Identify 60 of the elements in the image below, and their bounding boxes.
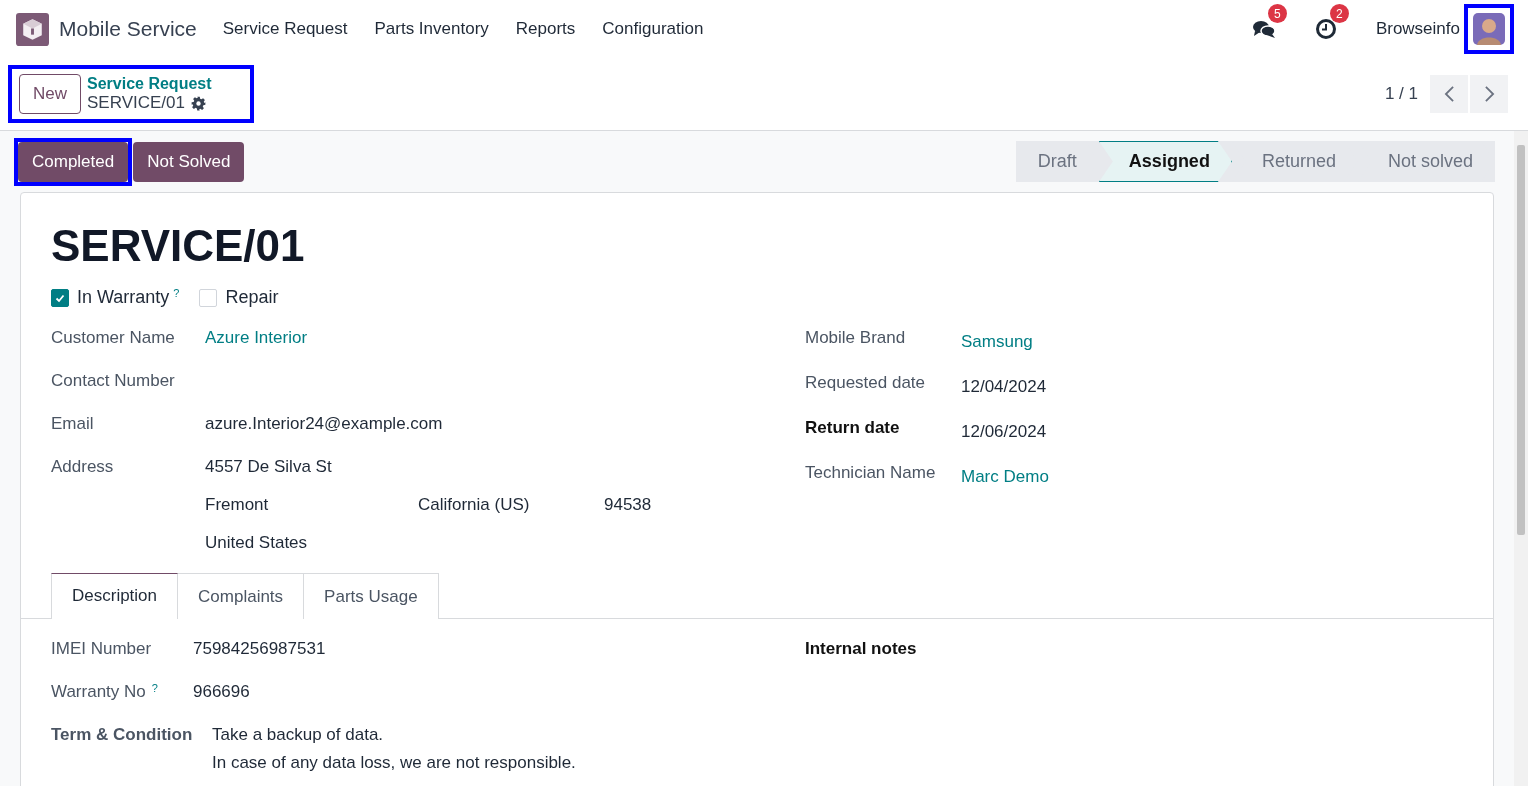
field-value: 12/06/2024 <box>961 422 1047 441</box>
record-name: SERVICE/01 <box>87 93 185 113</box>
scrollbar[interactable] <box>1514 131 1528 786</box>
clock-icon[interactable] <box>1313 18 1338 40</box>
previous-button[interactable] <box>1430 75 1468 113</box>
checkbox-label: Repair <box>225 287 279 308</box>
menu-item[interactable]: Parts Inventory <box>374 19 489 39</box>
action-button[interactable]: Completed <box>18 141 129 182</box>
help-mark[interactable]: ? <box>151 682 158 694</box>
field-label: Customer Name <box>51 328 176 349</box>
field-value: In case of any data loss, we are not responsible. <box>212 753 576 773</box>
field-label: Return date <box>805 418 901 439</box>
chat-icon[interactable] <box>1251 18 1276 40</box>
checkbox-label: In Warranty <box>77 287 170 308</box>
menu-item[interactable]: Configuration <box>602 19 704 39</box>
address-value: Fremont <box>205 495 270 515</box>
menu-item[interactable]: Service Request <box>222 19 348 39</box>
field-label: IMEI Number <box>51 639 152 660</box>
new-button[interactable]: New <box>19 74 81 114</box>
tab[interactable]: Description <box>51 573 179 619</box>
status-stage[interactable]: Assigned <box>1098 141 1232 182</box>
field-value: 966696 <box>193 682 250 701</box>
field-link[interactable]: Azure Interior <box>205 328 308 347</box>
field-label: Address <box>51 457 115 478</box>
field-label: Technician Name <box>805 463 937 484</box>
count-badge: 2 <box>1329 4 1349 23</box>
address-value: California (US) <box>418 495 531 515</box>
address-value: 4557 De Silva St <box>205 457 333 477</box>
field-label: Internal notes <box>805 639 918 660</box>
field-label: Warranty No <box>51 682 146 703</box>
field-value: 75984256987531 <box>193 639 326 658</box>
field-link[interactable]: Marc Demo <box>961 467 1049 486</box>
chevron-left-icon <box>1443 85 1455 103</box>
tab[interactable]: Parts Usage <box>304 573 439 619</box>
field-link[interactable]: Samsung <box>961 332 1033 351</box>
app-name[interactable]: Mobile Service <box>59 17 197 41</box>
field-value: Take a backup of data. <box>212 725 385 745</box>
checkbox[interactable] <box>51 288 69 307</box>
chevron-right-icon <box>1483 85 1495 103</box>
field-label: Contact Number <box>51 371 176 392</box>
address-value: 94538 <box>604 495 652 515</box>
breadcrumb-link[interactable]: Service Request <box>87 75 212 93</box>
company-name[interactable]: Browseinfo <box>1375 19 1460 39</box>
field-label: Mobile Brand <box>805 328 907 349</box>
address-value: United States <box>205 533 309 553</box>
record-title: SERVICE/01 <box>51 221 306 271</box>
tab[interactable]: Complaints <box>178 573 305 619</box>
box-logo-icon[interactable] <box>16 12 49 46</box>
field-label: Requested date <box>805 373 927 394</box>
field-value: 12/04/2024 <box>961 377 1047 396</box>
field-label: Term & Condition <box>51 725 193 746</box>
settings-icon[interactable] <box>191 95 206 111</box>
count-badge: 5 <box>1267 4 1287 23</box>
next-button[interactable] <box>1470 75 1508 113</box>
pager-value: 1 / 1 <box>1384 84 1418 104</box>
menu-item[interactable]: Reports <box>515 19 576 39</box>
field-value: azure.Interior24@example.com <box>205 414 443 433</box>
action-button[interactable]: Not Solved <box>133 141 245 182</box>
field-label: Email <box>51 414 95 435</box>
help-mark[interactable]: ? <box>173 287 180 299</box>
